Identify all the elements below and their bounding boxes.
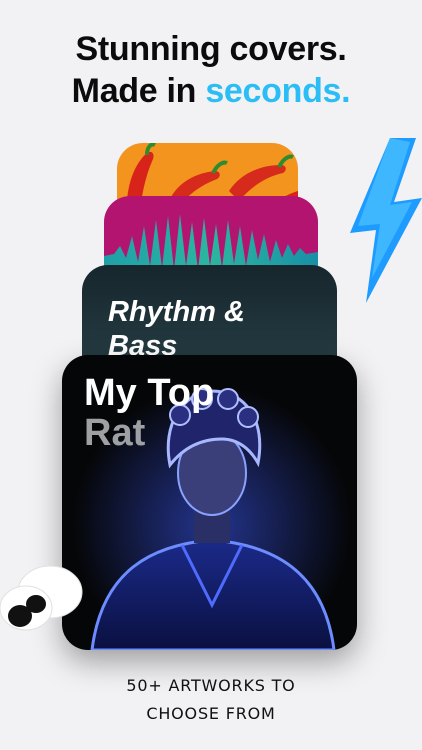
lightning-bolt-icon — [350, 138, 422, 303]
card-title-rhythm-line1: Rhythm & — [108, 296, 245, 328]
card-title-top-rated: My Top Rat — [84, 373, 214, 453]
card-title-rhythm: Rhythm & Bass — [108, 295, 245, 363]
headline: Stunning covers. Made in seconds. — [0, 28, 422, 112]
artwork-card-top-rated[interactable]: My Top Rat — [62, 355, 357, 650]
card-title-top-rated-line1: My Top — [84, 372, 215, 414]
headline-accent: seconds. — [205, 72, 351, 110]
headline-line2-prefix: Made in — [71, 72, 197, 110]
card-title-top-rated-line2: Rat — [84, 412, 146, 454]
footer-caption: 50+ ARTWORKS TO CHOOSE FROM — [0, 672, 422, 728]
googly-eyes-icon — [0, 565, 83, 631]
headline-line1: Stunning covers. — [75, 30, 347, 68]
footer-line2: CHOOSE FROM — [146, 704, 276, 723]
headline-line2: Made in seconds. — [0, 70, 422, 112]
footer-line1: 50+ ARTWORKS TO — [126, 676, 296, 695]
